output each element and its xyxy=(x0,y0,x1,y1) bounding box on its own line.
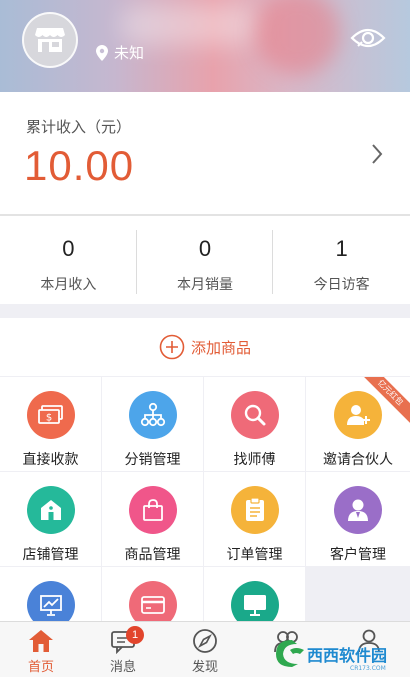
stat-label: 本月销量 xyxy=(177,277,233,293)
watermark-subtext: CR173.COM xyxy=(350,665,386,672)
svg-text:$: $ xyxy=(45,413,51,424)
grid-item-distribution[interactable]: 分销管理 xyxy=(102,377,203,471)
customer-icon xyxy=(334,486,382,534)
grid-item-customer-management[interactable]: 客户管理 xyxy=(306,472,410,566)
site-watermark: 西西软件园 CR173.COM xyxy=(270,634,410,672)
income-card[interactable]: 累计收入（元） 10.00 xyxy=(0,92,410,214)
store-header: 未知 xyxy=(0,0,410,92)
home-tab-icon xyxy=(29,630,53,652)
stat-value: 0 xyxy=(62,236,75,261)
grid-item-label: 找师傅 xyxy=(233,452,276,468)
chevron-right-icon xyxy=(372,144,383,164)
home-icon xyxy=(26,486,75,534)
tab-label: 消息 xyxy=(109,660,136,675)
grid-item-direct-payment[interactable]: $ 直接收款 xyxy=(0,377,101,471)
tab-label: 首页 xyxy=(27,660,54,675)
search-icon xyxy=(230,391,279,439)
tab-messages[interactable]: 消息 1 xyxy=(82,622,164,677)
plus-circle-icon xyxy=(159,334,185,360)
grid-item-label: 订单管理 xyxy=(226,547,283,563)
header-decoration xyxy=(255,0,340,75)
cash-icon: $ xyxy=(26,391,75,439)
grid-item-label: 商品管理 xyxy=(124,547,181,563)
stat-month-sales[interactable]: 0 本月销量 xyxy=(137,216,274,304)
store-icon xyxy=(35,28,65,52)
income-label: 累计收入（元） xyxy=(26,118,132,136)
grid-item-label: 直接收款 xyxy=(22,452,79,468)
header-decoration xyxy=(120,5,260,45)
add-product-button[interactable]: 添加商品 xyxy=(0,318,410,376)
grid-item-order-management[interactable]: 订单管理 xyxy=(204,472,305,566)
stat-month-income[interactable]: 0 本月收入 xyxy=(0,216,137,304)
store-location[interactable]: 未知 xyxy=(96,42,144,63)
grid-item-store-management[interactable]: 店铺管理 xyxy=(0,472,101,566)
grid-item-label: 邀请合伙人 xyxy=(323,452,393,468)
app-screen: 未知 累计收入（元） 10.00 0 本月收入 0 本月销量 1 今日访客 添加… xyxy=(0,0,410,677)
grid-item-label: 客户管理 xyxy=(330,547,386,563)
bag-icon xyxy=(128,486,177,534)
grid-item-label: 分销管理 xyxy=(124,452,181,468)
stat-label: 本月收入 xyxy=(40,277,97,293)
watermark-text: 西西软件园 xyxy=(307,646,387,665)
grid-item-invite-partner[interactable]: 亿元红包 邀请合伙人 xyxy=(306,377,410,471)
income-amount: 10.00 xyxy=(24,142,135,189)
feature-grid: $ 直接收款 分销管理 找师傅 亿元红包 邀请合伙人 店铺管理 商品管理 订单管… xyxy=(0,377,410,627)
stat-value: 0 xyxy=(198,236,212,261)
org-chart-icon xyxy=(128,391,177,439)
stat-label: 今日访客 xyxy=(313,277,370,293)
tab-home[interactable]: 首页 xyxy=(0,622,82,677)
stat-today-visitors[interactable]: 1 今日访客 xyxy=(273,216,410,304)
add-user-icon xyxy=(334,391,382,439)
grid-item-card[interactable] xyxy=(102,567,203,627)
eye-icon[interactable] xyxy=(350,26,386,50)
unread-badge: 1 xyxy=(126,626,144,644)
grid-item-label: 店铺管理 xyxy=(22,547,79,563)
compass-icon xyxy=(193,629,217,653)
location-text: 未知 xyxy=(114,44,145,62)
clipboard-icon xyxy=(230,486,279,534)
add-product-label: 添加商品 xyxy=(190,338,251,357)
location-pin-icon xyxy=(96,44,108,61)
grid-item-product-management[interactable]: 商品管理 xyxy=(102,472,203,566)
grid-item-data-board[interactable] xyxy=(0,567,101,627)
stats-row: 0 本月收入 0 本月销量 1 今日访客 xyxy=(0,216,410,304)
grid-item-monitor[interactable] xyxy=(204,567,305,627)
tab-label: 发现 xyxy=(191,660,218,675)
stat-value: 1 xyxy=(335,236,348,261)
tab-discover[interactable]: 发现 xyxy=(164,622,246,677)
grid-item-find-master[interactable]: 找师傅 xyxy=(204,377,305,471)
store-avatar[interactable] xyxy=(22,12,78,68)
